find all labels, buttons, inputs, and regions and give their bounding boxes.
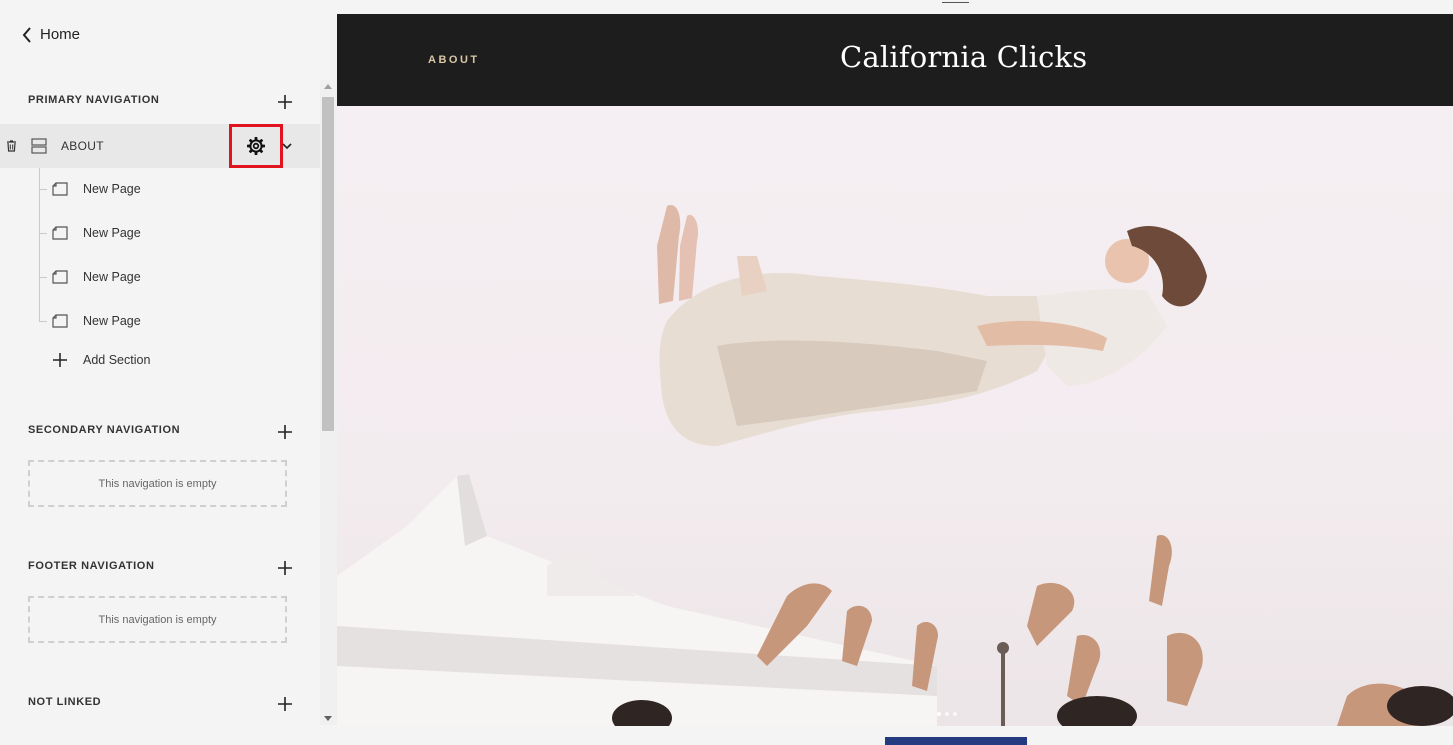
- bride-figure: [657, 205, 1207, 446]
- nav-page-item[interactable]: New Page: [52, 225, 141, 241]
- page-icon: [52, 314, 68, 328]
- plus-icon: [278, 697, 292, 711]
- preview-drag-handle[interactable]: [942, 2, 969, 3]
- tree-tick: [39, 277, 47, 278]
- nav-page-item[interactable]: New Page: [52, 313, 141, 329]
- site-preview: ABOUT California Clicks: [337, 14, 1453, 726]
- site-header: ABOUT California Clicks: [337, 14, 1453, 106]
- page-icon: [52, 226, 68, 240]
- site-nav-about-link[interactable]: ABOUT: [428, 54, 480, 66]
- scroll-down-arrow-icon[interactable]: [324, 716, 332, 721]
- hero-image: [337, 106, 1453, 726]
- add-section-label: Add Section: [83, 353, 151, 367]
- nav-page-item[interactable]: New Page: [52, 269, 141, 285]
- secondary-navigation-empty-dropzone[interactable]: This navigation is empty: [28, 460, 287, 507]
- nav-folder-label[interactable]: ABOUT: [61, 139, 104, 153]
- tree-tick: [39, 233, 47, 234]
- nav-page-label: New Page: [83, 182, 141, 196]
- save-button[interactable]: [885, 737, 1027, 745]
- plus-icon: [278, 425, 292, 439]
- nav-page-label: New Page: [83, 270, 141, 284]
- gear-icon: [247, 137, 265, 155]
- sidebar-scrollbar[interactable]: [320, 80, 337, 725]
- chevron-left-icon: [22, 26, 31, 43]
- slider-dots: [937, 712, 957, 716]
- tree-tick: [39, 321, 47, 322]
- back-home-link[interactable]: Home: [22, 26, 80, 43]
- plus-icon: [278, 95, 292, 109]
- tree-tick: [39, 189, 47, 190]
- plus-icon: [53, 353, 67, 367]
- chevron-down-icon[interactable]: [282, 141, 292, 151]
- site-title[interactable]: California Clicks: [840, 40, 1087, 74]
- footer-navigation-empty-dropzone[interactable]: This navigation is empty: [28, 596, 287, 643]
- trash-icon[interactable]: [6, 140, 17, 152]
- hero-photo-illustration: [337, 205, 1453, 726]
- empty-navigation-text: This navigation is empty: [98, 477, 217, 490]
- add-section-button[interactable]: Add Section: [52, 352, 150, 368]
- sidebar: Home PRIMARY NAVIGATION ABOUT New Page N…: [0, 0, 337, 745]
- add-footer-navigation-button[interactable]: [276, 559, 294, 577]
- page-icon: [52, 270, 68, 284]
- add-not-linked-button[interactable]: [276, 695, 294, 713]
- nav-page-label: New Page: [83, 226, 141, 240]
- nav-page-label: New Page: [83, 314, 141, 328]
- page-icon: [52, 182, 68, 196]
- add-primary-navigation-button[interactable]: [276, 93, 294, 111]
- nav-page-item[interactable]: New Page: [52, 181, 141, 197]
- empty-navigation-text: This navigation is empty: [98, 613, 217, 626]
- slider-dot[interactable]: [945, 712, 949, 716]
- tree-connector: [39, 168, 40, 321]
- scroll-up-arrow-icon[interactable]: [324, 84, 332, 89]
- not-linked-title: NOT LINKED: [28, 696, 102, 708]
- plus-icon: [278, 561, 292, 575]
- primary-navigation-title: PRIMARY NAVIGATION: [28, 94, 160, 106]
- add-secondary-navigation-button[interactable]: [276, 423, 294, 441]
- slider-dot[interactable]: [953, 712, 957, 716]
- slider-dot[interactable]: [937, 712, 941, 716]
- scrollbar-thumb[interactable]: [322, 97, 334, 431]
- preview-bottom-bar: [337, 726, 1453, 745]
- folder-icon: [31, 138, 47, 154]
- back-home-label: Home: [40, 26, 81, 43]
- folder-settings-button[interactable]: [229, 124, 283, 168]
- footer-navigation-title: FOOTER NAVIGATION: [28, 560, 155, 572]
- secondary-navigation-title: SECONDARY NAVIGATION: [28, 424, 181, 436]
